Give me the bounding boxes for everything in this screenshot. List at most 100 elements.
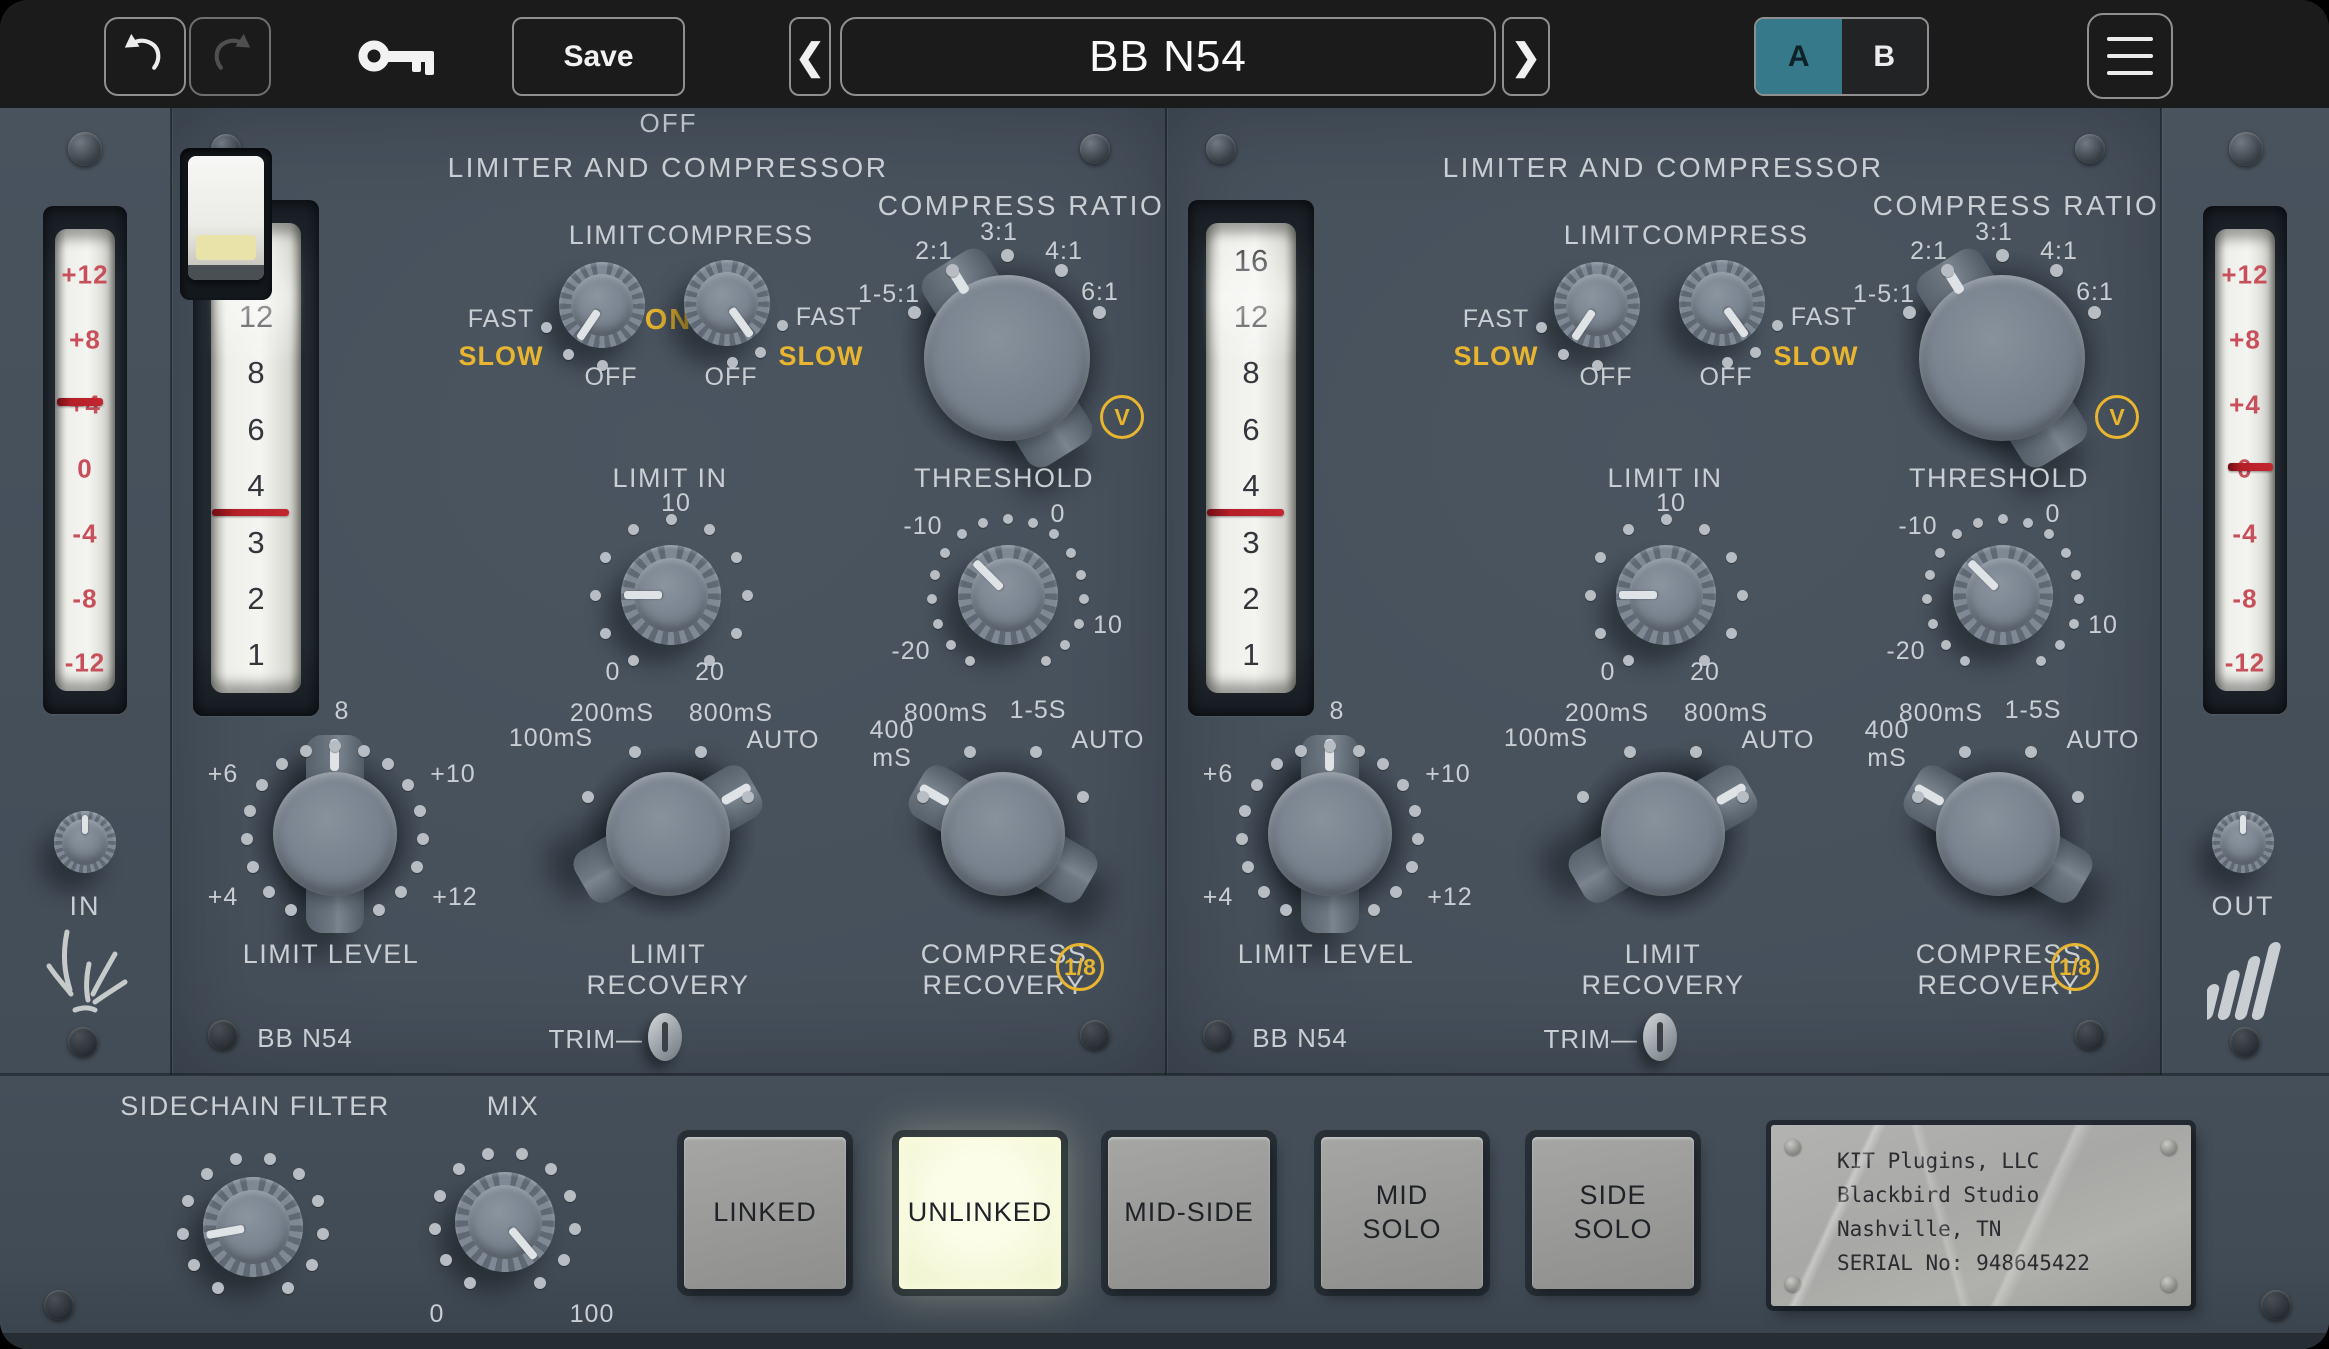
threshold-tick: -20: [1856, 637, 1956, 665]
threshold-tick: 0: [1008, 500, 1108, 528]
limit-off-label: OFF: [541, 363, 681, 391]
vu-tick: 0: [55, 454, 115, 485]
gr-tick: 8: [211, 355, 302, 391]
limit-off-label: OFF: [1536, 363, 1676, 391]
vu-tick: -8: [55, 583, 115, 614]
screw: [1206, 134, 1236, 164]
vu-tick: +8: [55, 324, 115, 355]
limit-level-label: LIMIT LEVEL: [1176, 939, 1476, 969]
menu-button[interactable]: [2087, 13, 2173, 99]
ab-toggle-b[interactable]: B: [1842, 19, 1928, 94]
linked-button[interactable]: LINKED: [684, 1137, 846, 1289]
limit-level-tick: 8: [292, 697, 392, 725]
vu-tick: +12: [55, 260, 115, 291]
trim-label: TRIM—: [483, 1025, 643, 1054]
undo-button[interactable]: [104, 17, 186, 96]
power-switch[interactable]: [180, 148, 272, 300]
trim-screw-slider[interactable]: [1643, 1013, 1677, 1061]
limit-level-tick: 8: [1287, 697, 1387, 725]
mix-min-tick: 0: [387, 1300, 487, 1328]
vintage-badge[interactable]: V: [1100, 395, 1144, 439]
ratio-tick: 6:1: [1050, 278, 1150, 306]
limit-level-tick: +10: [1398, 760, 1498, 788]
panel-bottom-edge: [0, 1333, 2329, 1349]
compress-ratio-knob[interactable]: [1877, 233, 2127, 483]
compress-ratio-knob[interactable]: [882, 233, 1132, 483]
meter-ghost: [1211, 237, 1291, 359]
input-strip: +12 +8 +4 0 -4 -8 -12 IN: [0, 108, 171, 1075]
title-bar: Save ❮ BB N54 ❯ A B: [0, 0, 2329, 108]
license-key-icon[interactable]: [358, 28, 442, 84]
vu-tick: -12: [2215, 648, 2275, 679]
vu-tick: -4: [2215, 518, 2275, 549]
limit-level-knob[interactable]: [1215, 719, 1445, 949]
panel-seam: [1165, 108, 1167, 1075]
ab-toggle-a[interactable]: A: [1756, 19, 1842, 94]
model-label: BB N54: [235, 1024, 375, 1053]
trim-screw-slider[interactable]: [648, 1013, 682, 1061]
gr-tick: 3: [1206, 525, 1297, 561]
side-solo-button[interactable]: SIDE SOLO: [1532, 1137, 1694, 1289]
limit-recovery-tick: 800mS: [1656, 699, 1796, 727]
compress-recovery-tick: AUTO: [2033, 726, 2173, 754]
screw: [208, 1020, 238, 1050]
ratio-badge[interactable]: 1/8: [1056, 943, 1104, 991]
gr-tick: 1: [1206, 637, 1297, 673]
ratio-badge[interactable]: 1/8: [2051, 943, 2099, 991]
vu-tick: +12: [2215, 260, 2275, 291]
gr-tick: 6: [211, 412, 302, 448]
preset-name-field[interactable]: BB N54: [840, 17, 1496, 96]
input-knob-label: IN: [35, 891, 135, 921]
power-off-label: OFF: [171, 108, 1166, 139]
chevron-left-icon: ❮: [795, 39, 825, 75]
mid-solo-button[interactable]: MID SOLO: [1321, 1137, 1483, 1289]
compress-recovery-tick: AUTO: [1038, 726, 1178, 754]
screw: [2075, 1020, 2105, 1050]
gain-reduction-meter: 16 12 8 6 4 3 2 1: [1188, 200, 1314, 716]
redo-button[interactable]: [189, 17, 271, 96]
channel-right: LIMITER AND COMPRESSOR 16 12 8 6 4 3 2 1…: [1166, 108, 2161, 1075]
threshold-tick: -10: [1868, 512, 1968, 540]
chevron-right-icon: ❯: [1511, 39, 1541, 75]
limit-in-tick: 10: [626, 489, 726, 517]
limit-in-tick: 0: [1558, 658, 1658, 686]
screw: [1785, 1139, 1801, 1155]
gr-tick: 6: [1206, 412, 1297, 448]
kit-plugins-logo-icon: [2207, 922, 2287, 1022]
limit-level-tick: +4: [173, 883, 273, 911]
gr-tick: 8: [1206, 355, 1297, 391]
mid-side-button[interactable]: MID-SIDE: [1108, 1137, 1270, 1289]
input-gain-knob[interactable]: [54, 811, 116, 873]
screw: [2161, 1276, 2177, 1292]
ratio-tick: 4:1: [2009, 237, 2109, 265]
sidechain-filter-label: SIDECHAIN FILTER: [105, 1091, 405, 1121]
prev-preset-button[interactable]: ❮: [789, 17, 831, 96]
ab-compare-toggle: A B: [1754, 17, 1929, 96]
vintage-badge[interactable]: V: [2095, 395, 2139, 439]
limit-recovery-tick: AUTO: [1708, 726, 1848, 754]
limit-in-tick: 0: [563, 658, 663, 686]
save-button[interactable]: Save: [512, 17, 685, 96]
bottom-section: SIDECHAIN FILTER MIX 0 100 LINKED UNLINK…: [0, 1076, 2329, 1349]
gr-tick: 3: [211, 525, 302, 561]
sidechain-filter-knob[interactable]: [168, 1142, 338, 1312]
next-preset-button[interactable]: ❯: [1502, 17, 1550, 96]
gr-needle: [1207, 509, 1283, 516]
screw: [1080, 1020, 1110, 1050]
output-strip: +12 +8 +4 0 -4 -8 -12 OUT: [2161, 108, 2329, 1075]
input-vu-meter: +12 +8 +4 0 -4 -8 -12: [43, 206, 127, 714]
limit-level-tick: +12: [405, 883, 505, 911]
unlinked-button[interactable]: UNLINKED: [899, 1137, 1061, 1289]
compress-off-label: OFF: [661, 363, 801, 391]
screw: [1785, 1276, 1801, 1292]
plugin-window: Save ❮ BB N54 ❯ A B +12 +8 +4 0 -4 -8: [0, 0, 2329, 1349]
output-gain-knob[interactable]: [2212, 811, 2274, 873]
limit-level-knob[interactable]: [220, 719, 450, 949]
ratio-tick: 6:1: [2045, 278, 2145, 306]
compress-recovery-tick: 1-5S: [968, 696, 1108, 724]
undo-icon: [123, 32, 167, 81]
limit-level-tick: +6: [1168, 760, 1268, 788]
threshold-tick: -10: [873, 512, 973, 540]
model-label: BB N54: [1230, 1024, 1370, 1053]
mix-knob[interactable]: [420, 1137, 590, 1307]
